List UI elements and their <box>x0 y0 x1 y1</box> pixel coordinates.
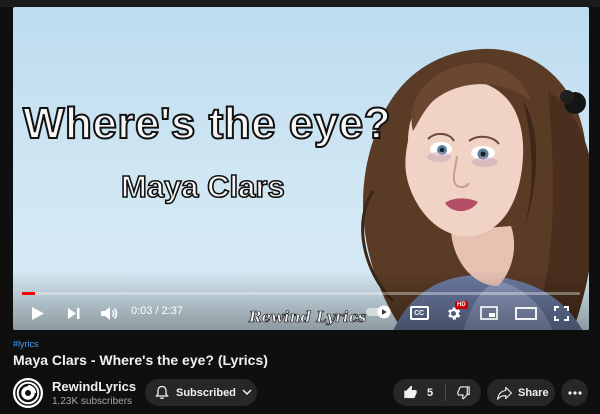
captions-button[interactable]: CC <box>408 304 430 322</box>
fullscreen-icon <box>553 305 569 321</box>
like-dislike-group: 5 <box>393 379 481 406</box>
overlay-song-title: Where's the eye? <box>22 98 392 149</box>
channel-avatar[interactable] <box>13 378 43 408</box>
volume-button[interactable] <box>99 304 119 322</box>
video-title: Maya Clars - Where's the eye? (Lyrics) <box>13 352 268 368</box>
channel-name[interactable]: RewindLyrics <box>52 379 136 394</box>
share-icon <box>497 386 512 400</box>
share-button[interactable]: Share <box>487 379 555 406</box>
subscribed-button[interactable]: Subscribed <box>145 379 257 406</box>
next-icon <box>68 307 80 319</box>
autoplay-toggle-icon <box>366 305 391 319</box>
captions-icon: CC <box>409 306 429 320</box>
next-button[interactable] <box>65 304 83 322</box>
overlay-artist-name: Maya Clars <box>120 168 285 205</box>
thumbs-up-icon <box>404 385 417 399</box>
volume-icon <box>101 306 118 320</box>
miniplayer-button[interactable] <box>479 304 499 322</box>
thumbs-down-icon <box>457 386 470 400</box>
more-icon <box>567 390 582 395</box>
dislike-button[interactable] <box>446 379 481 406</box>
subscriber-count: 1.23K subscribers <box>52 396 133 407</box>
top-strip <box>0 0 600 7</box>
hd-badge: HD <box>455 301 468 309</box>
theater-mode-button[interactable] <box>514 304 538 322</box>
bell-icon <box>155 385 169 399</box>
more-actions-button[interactable] <box>561 379 588 406</box>
video-player[interactable]: Where's the eye? Maya Clars 0:03 / 2:37 … <box>13 7 589 330</box>
autoplay-toggle[interactable] <box>365 304 393 320</box>
like-count: 5 <box>427 386 434 399</box>
play-icon <box>32 306 44 320</box>
progress-fill <box>22 292 35 295</box>
theater-icon <box>515 306 537 320</box>
subscribed-label: Subscribed <box>176 386 236 399</box>
chevron-down-icon <box>242 389 252 396</box>
time-display: 0:03 / 2:37 <box>131 305 183 317</box>
like-button[interactable]: 5 <box>393 379 445 406</box>
progress-bar[interactable] <box>22 292 580 295</box>
share-label: Share <box>518 386 549 399</box>
watermark: Rewind Lyrics <box>249 308 367 327</box>
play-button[interactable] <box>29 304 47 322</box>
miniplayer-icon <box>480 306 498 320</box>
fullscreen-button[interactable] <box>552 304 570 322</box>
channel-logo-icon <box>15 380 41 406</box>
hashtag-link[interactable]: #lyrics <box>13 339 39 349</box>
